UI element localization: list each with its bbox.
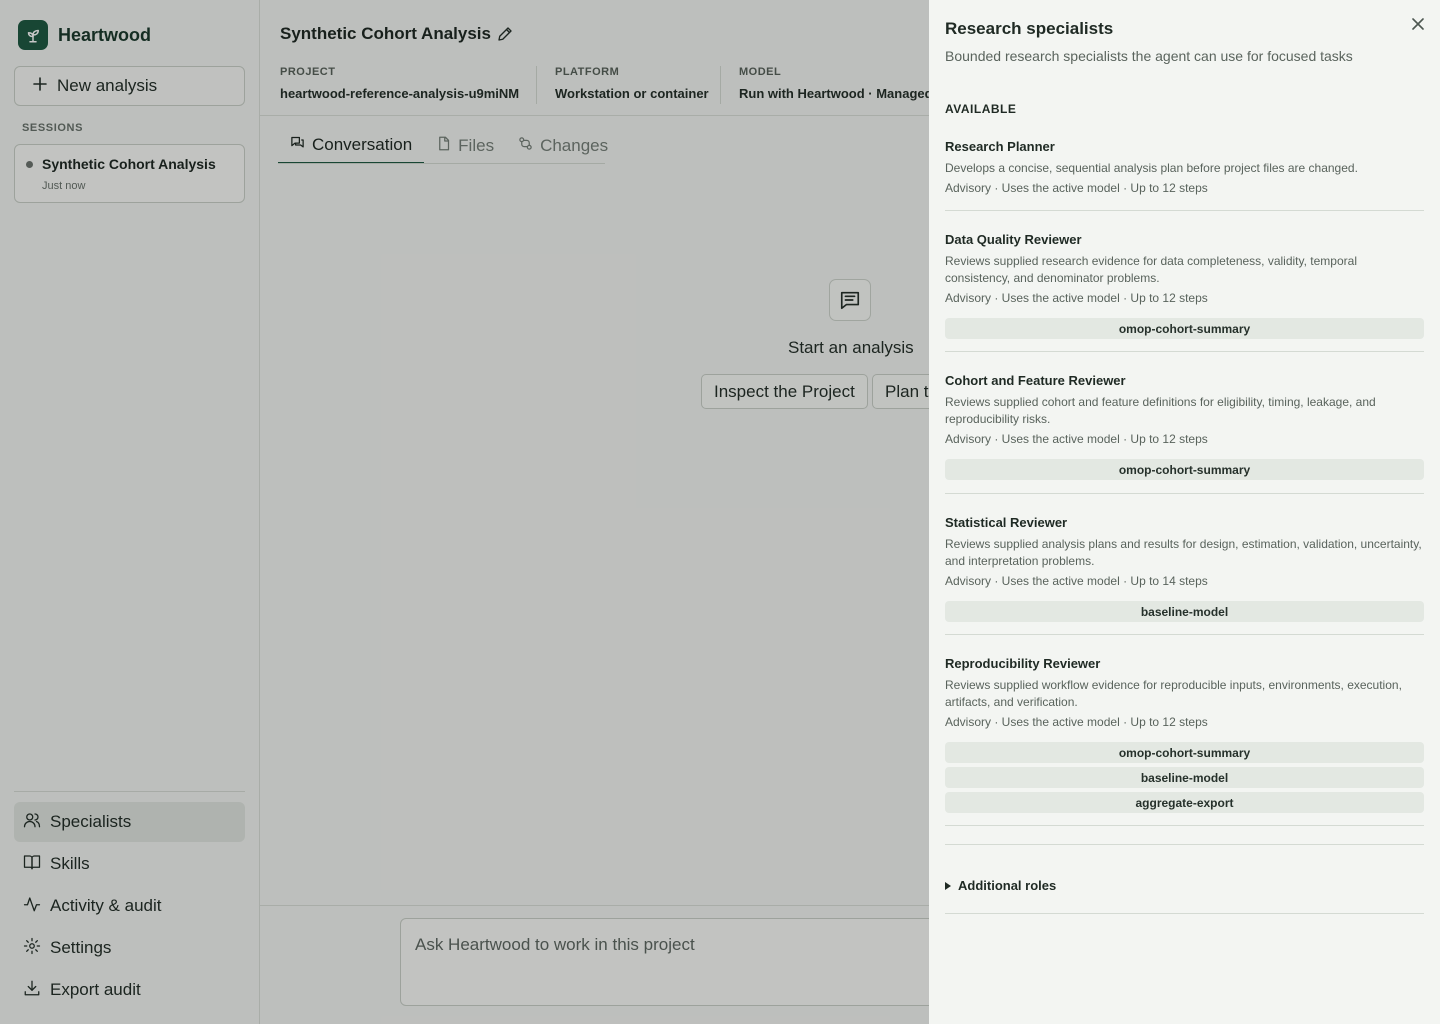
specialist-name: Data Quality Reviewer — [945, 232, 1082, 247]
specialist-reproducibility-reviewer: Reproducibility Reviewer Reviews supplie… — [945, 656, 1424, 826]
additional-roles-label: Additional roles — [958, 878, 1057, 893]
specialist-description: Develops a concise, sequential analysis … — [945, 161, 1358, 175]
drawer-title: Research specialists — [945, 19, 1114, 38]
specialist-name: Statistical Reviewer — [945, 515, 1068, 530]
tool-badge: omop-cohort-summary — [945, 318, 1424, 339]
specialist-description: Reviews supplied analysis plans and resu… — [945, 537, 1422, 568]
specialists-drawer: Research specialists Bounded research sp… — [929, 0, 1440, 1024]
specialist-meta: Advisory · Uses the active model · Up to… — [945, 715, 1208, 729]
specialist-meta: Advisory · Uses the active model · Up to… — [945, 574, 1208, 588]
close-icon[interactable] — [1408, 14, 1428, 34]
additional-roles-toggle[interactable]: Additional roles — [945, 878, 1056, 893]
specialist-description: Reviews supplied research evidence for d… — [945, 254, 1357, 285]
modal-backdrop[interactable] — [0, 0, 929, 1024]
specialist-data-quality-reviewer: Data Quality Reviewer Reviews supplied r… — [945, 232, 1424, 352]
tool-badge: baseline-model — [945, 767, 1424, 788]
specialist-statistical-reviewer: Statistical Reviewer Reviews supplied an… — [945, 515, 1424, 635]
tool-badge: aggregate-export — [945, 792, 1424, 813]
tool-list: omop-cohort-summary baseline-model aggre… — [945, 742, 1424, 813]
specialist-cohort-feature-reviewer: Cohort and Feature Reviewer Reviews supp… — [945, 373, 1424, 494]
specialist-name: Reproducibility Reviewer — [945, 656, 1101, 671]
specialist-research-planner: Research Planner Develops a concise, seq… — [945, 139, 1424, 211]
specialist-description: Reviews supplied cohort and feature defi… — [945, 395, 1376, 426]
specialist-description: Reviews supplied workflow evidence for r… — [945, 678, 1402, 709]
tool-list: baseline-model — [945, 601, 1424, 622]
tool-badge: baseline-model — [945, 601, 1424, 622]
drawer-subtitle: Bounded research specialists the agent c… — [945, 48, 1353, 64]
available-heading: AVAILABLE — [945, 102, 1017, 116]
tool-list: omop-cohort-summary — [945, 459, 1424, 480]
roles-divider — [945, 913, 1424, 914]
specialist-meta: Advisory · Uses the active model · Up to… — [945, 432, 1208, 446]
tool-list: omop-cohort-summary — [945, 318, 1424, 339]
specialist-meta: Advisory · Uses the active model · Up to… — [945, 181, 1208, 195]
specialist-name: Cohort and Feature Reviewer — [945, 373, 1126, 388]
caret-right-icon — [945, 881, 951, 890]
tool-badge: omop-cohort-summary — [945, 742, 1424, 763]
specialist-name: Research Planner — [945, 139, 1055, 154]
roles-divider — [945, 844, 1424, 845]
tool-badge: omop-cohort-summary — [945, 459, 1424, 480]
specialist-meta: Advisory · Uses the active model · Up to… — [945, 291, 1208, 305]
